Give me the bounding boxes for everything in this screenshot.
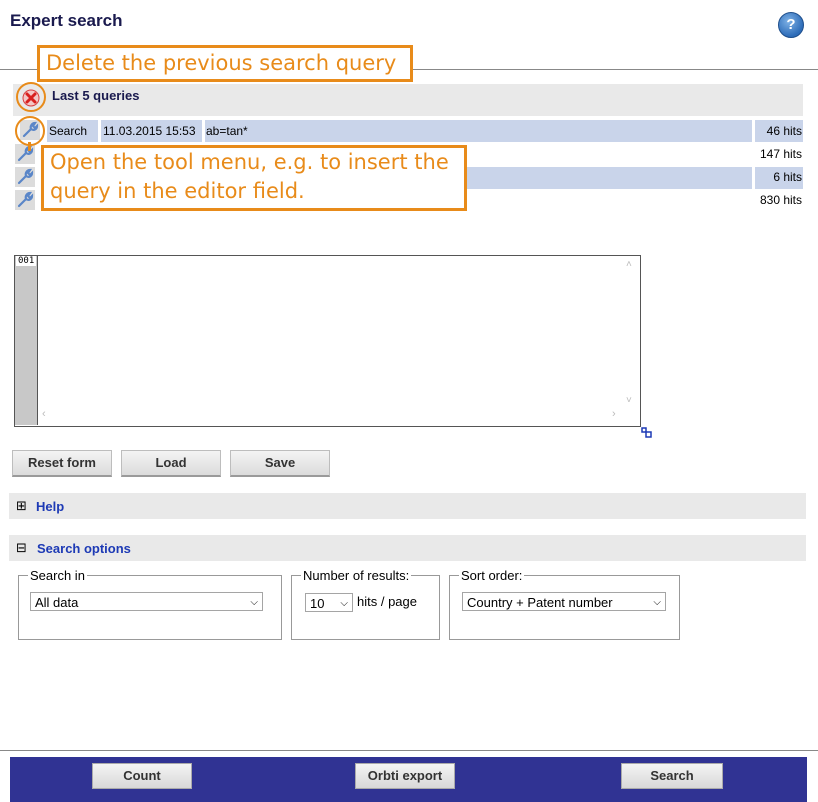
sort-value: Country + Patent number [467, 595, 613, 610]
delete-callout: Delete the previous search query [37, 45, 413, 82]
scroll-right-icon[interactable]: › [612, 408, 616, 420]
row-separator [752, 120, 755, 142]
results-suffix: hits / page [357, 594, 417, 609]
help-circle-icon[interactable]: ? [778, 12, 804, 38]
chevron-down-icon: ⌵ [250, 597, 258, 608]
search-options-label[interactable]: Search options [37, 541, 131, 556]
query-hits: 830 hits [759, 193, 802, 207]
chevron-down-icon: ⌵ [340, 598, 348, 609]
search-button[interactable]: Search [621, 763, 723, 789]
tool-callout-line: Open the tool menu, e.g. to insert the [50, 150, 449, 174]
count-button[interactable]: Count [92, 763, 192, 789]
wrench-icon [17, 191, 34, 208]
query-type: Search [49, 124, 88, 138]
query-date: 11.03.2015 15:53 [103, 124, 196, 138]
tool-callout: Open the tool menu, e.g. to insert the q… [41, 145, 467, 211]
save-button[interactable]: Save [230, 450, 330, 477]
reset-form-button[interactable]: Reset form [12, 450, 112, 477]
results-legend: Number of results: [301, 568, 412, 583]
tool-menu-button[interactable] [15, 167, 35, 187]
results-select[interactable]: 10 ⌵ [305, 593, 353, 612]
tool-menu-button[interactable] [15, 144, 35, 164]
sort-legend: Sort order: [459, 568, 525, 583]
last-queries-title: Last 5 queries [52, 88, 140, 103]
query-editor[interactable] [14, 255, 641, 427]
line-number: 001 [16, 256, 37, 266]
results-value: 10 [310, 596, 325, 611]
scroll-up-icon[interactable]: ˄ [626, 259, 632, 270]
footer-divider [0, 750, 818, 751]
chevron-down-icon: ⌵ [653, 597, 661, 608]
sort-select[interactable]: Country + Patent number ⌵ [462, 592, 666, 611]
collapse-icon[interactable]: ⊟ [16, 541, 27, 554]
row-separator [752, 167, 755, 189]
expand-icon[interactable]: ⊞ [16, 499, 27, 512]
wrench-icon [17, 145, 34, 162]
search-in-select[interactable]: All data ⌵ [30, 592, 263, 611]
annotation-ring-delete [16, 82, 46, 112]
scroll-left-icon[interactable]: ‹ [42, 408, 46, 420]
annotation-connector [28, 142, 31, 151]
page-title: Expert search [10, 11, 123, 30]
editor-gutter [15, 256, 38, 425]
resize-handle-icon[interactable] [641, 427, 652, 438]
query-hits: 6 hits [773, 170, 802, 184]
row-separator [202, 120, 205, 142]
tool-callout-line: query in the editor field. [50, 179, 305, 203]
row-separator [98, 120, 101, 142]
tool-menu-button[interactable] [15, 190, 35, 210]
load-button[interactable]: Load [121, 450, 221, 477]
export-button[interactable]: Orbti export [355, 763, 455, 789]
search-in-legend: Search in [28, 568, 87, 583]
scroll-down-icon[interactable]: ˅ [626, 395, 632, 406]
search-in-value: All data [35, 595, 79, 610]
query-hits: 46 hits [766, 124, 802, 138]
query-text: ab=tan* [206, 124, 248, 138]
query-hits: 147 hits [759, 147, 802, 161]
wrench-icon [17, 168, 34, 185]
help-section-bar[interactable] [9, 493, 806, 519]
help-section-label[interactable]: Help [36, 499, 64, 514]
